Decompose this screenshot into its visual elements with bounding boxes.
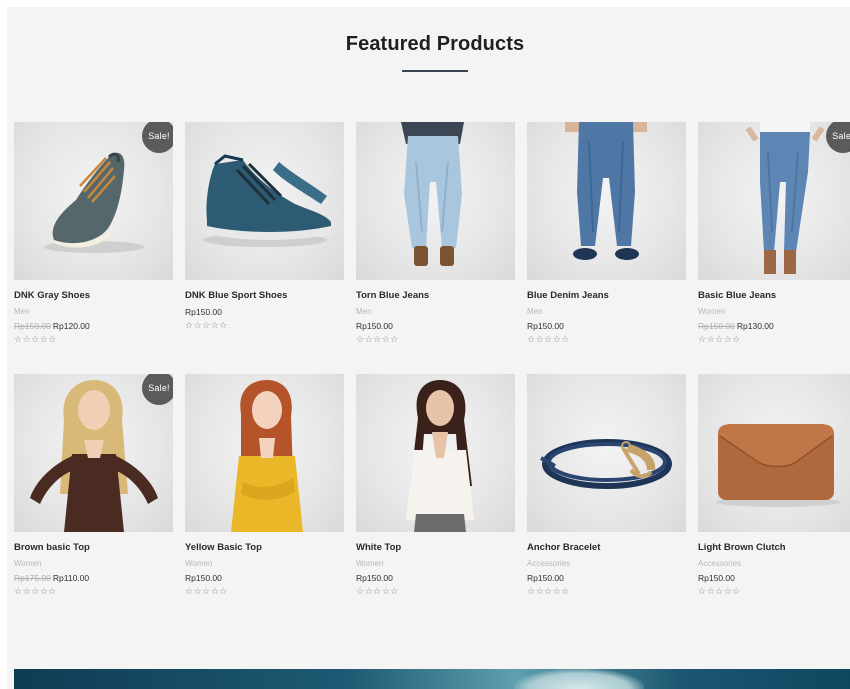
product-card[interactable]: Light Brown Clutch Accessories Rp150.00 … [698, 374, 850, 612]
star-rating: ☆☆☆☆☆ [14, 586, 57, 596]
white-top-image [406, 380, 474, 532]
old-price: Rp175.00 [14, 573, 51, 583]
product-card[interactable]: DNK Blue Sport Shoes Rp150.00 ☆☆☆☆☆ [185, 122, 344, 360]
sale-price: Rp130.00 [736, 321, 774, 331]
product-image[interactable]: Sale! [698, 122, 850, 280]
product-price: Rp150.00 [185, 307, 344, 317]
product-grid: Sale! DNK Gray Shoes Men Rp150.00 Rp120.0… [14, 122, 850, 612]
product-card[interactable]: Sale! DNK Gray Shoes Men Rp150.00 Rp120.0… [14, 122, 173, 360]
product-price: Rp150.00 Rp130.00 [698, 321, 850, 331]
product-name[interactable]: Blue Denim Jeans [527, 290, 686, 301]
price: Rp150.00 [527, 573, 564, 583]
price: Rp150.00 [527, 321, 564, 331]
product-name[interactable]: Anchor Bracelet [527, 542, 686, 553]
product-card[interactable]: Blue Denim Jeans Men Rp150.00 ☆☆☆☆☆ [527, 122, 686, 360]
product-name[interactable]: Torn Blue Jeans [356, 290, 515, 301]
star-rating: ☆☆☆☆☆ [698, 586, 741, 596]
title-underline [402, 70, 468, 72]
sale-price: Rp110.00 [52, 573, 90, 583]
price: Rp150.00 [185, 307, 222, 317]
price: Rp150.00 [185, 573, 222, 583]
product-name[interactable]: DNK Gray Shoes [14, 290, 173, 301]
section-title: Featured Products [345, 33, 525, 55]
product-card[interactable]: Sale! Brown basic Top Women Rp175.00 Rp11… [14, 374, 173, 612]
star-rating: ☆☆☆☆☆ [356, 334, 399, 344]
banner-image [514, 669, 644, 689]
anchor-bracelet-image [540, 439, 672, 489]
sale-price: Rp120.00 [52, 321, 90, 331]
star-rating: ☆☆☆☆☆ [527, 586, 570, 596]
price: Rp150.00 [698, 573, 735, 583]
sale-badge: Sale! [142, 374, 173, 405]
product-name[interactable]: DNK Blue Sport Shoes [185, 290, 344, 301]
product-image[interactable] [527, 122, 686, 280]
old-price: Rp150.00 [14, 321, 51, 331]
product-image[interactable] [185, 374, 344, 532]
product-image[interactable] [356, 374, 515, 532]
brown-clutch-image [716, 424, 840, 507]
product-name[interactable]: White Top [356, 542, 515, 553]
product-category: Women [356, 559, 384, 568]
product-image[interactable]: Sale! [14, 122, 173, 280]
star-rating: ☆☆☆☆☆ [698, 334, 741, 344]
product-price: Rp150.00 [356, 573, 515, 583]
product-card[interactable]: Anchor Bracelet Accessories Rp150.00 ☆☆☆… [527, 374, 686, 612]
promo-banner [14, 669, 850, 689]
product-card[interactable]: Torn Blue Jeans Men Rp150.00 ☆☆☆☆☆ [356, 122, 515, 360]
product-image[interactable] [185, 122, 344, 280]
product-card[interactable]: Yellow Basic Top Women Rp150.00 ☆☆☆☆☆ [185, 374, 344, 612]
product-price: Rp150.00 [527, 573, 686, 583]
product-price: Rp150.00 [698, 573, 850, 583]
product-category: Accessories [527, 559, 571, 568]
product-name[interactable]: Yellow Basic Top [185, 542, 344, 553]
product-image[interactable]: Sale! [14, 374, 173, 532]
women-jeans-image [745, 122, 825, 274]
sale-badge: Sale! [142, 122, 173, 153]
yellow-top-image [231, 380, 303, 532]
product-price: Rp150.00 [356, 321, 515, 331]
light-jeans-image [401, 122, 464, 266]
product-price: Rp175.00 Rp110.00 [14, 573, 173, 583]
product-price: Rp150.00 [185, 573, 344, 583]
product-category: Women [698, 307, 726, 316]
product-card[interactable]: Sale! Basic Blue Jeans Women Rp150.00Rp1… [698, 122, 850, 360]
product-category: Women [14, 559, 42, 568]
price: Rp150.00 [356, 573, 393, 583]
product-category: Accessories [698, 559, 742, 568]
star-rating: ☆☆☆☆☆ [356, 586, 399, 596]
product-category: Men [527, 307, 543, 316]
product-name[interactable]: Brown basic Top [14, 542, 173, 553]
product-price: Rp150.00 Rp120.00 [14, 321, 173, 331]
price: Rp150.00 [356, 321, 393, 331]
product-price: Rp150.00 [527, 321, 686, 331]
old-price: Rp150.00 [698, 321, 735, 331]
product-name[interactable]: Basic Blue Jeans [698, 290, 850, 301]
star-rating: ☆☆☆☆☆ [185, 586, 228, 596]
product-card[interactable]: White Top Women Rp150.00 ☆☆☆☆☆ [356, 374, 515, 612]
denim-jeans-image [565, 122, 647, 260]
product-category: Men [14, 307, 30, 316]
product-image[interactable] [698, 374, 850, 532]
star-rating: ☆☆☆☆☆ [527, 334, 570, 344]
blue-sneaker-image [203, 154, 331, 247]
star-rating: ☆☆☆☆☆ [185, 320, 228, 330]
product-name[interactable]: Light Brown Clutch [698, 542, 850, 553]
product-image[interactable] [527, 374, 686, 532]
product-image[interactable] [356, 122, 515, 280]
star-rating: ☆☆☆☆☆ [14, 334, 57, 344]
product-category: Women [185, 559, 213, 568]
featured-products-page: Featured Products Sale! DNK Gray Shoes M… [0, 0, 850, 689]
product-category: Men [356, 307, 372, 316]
